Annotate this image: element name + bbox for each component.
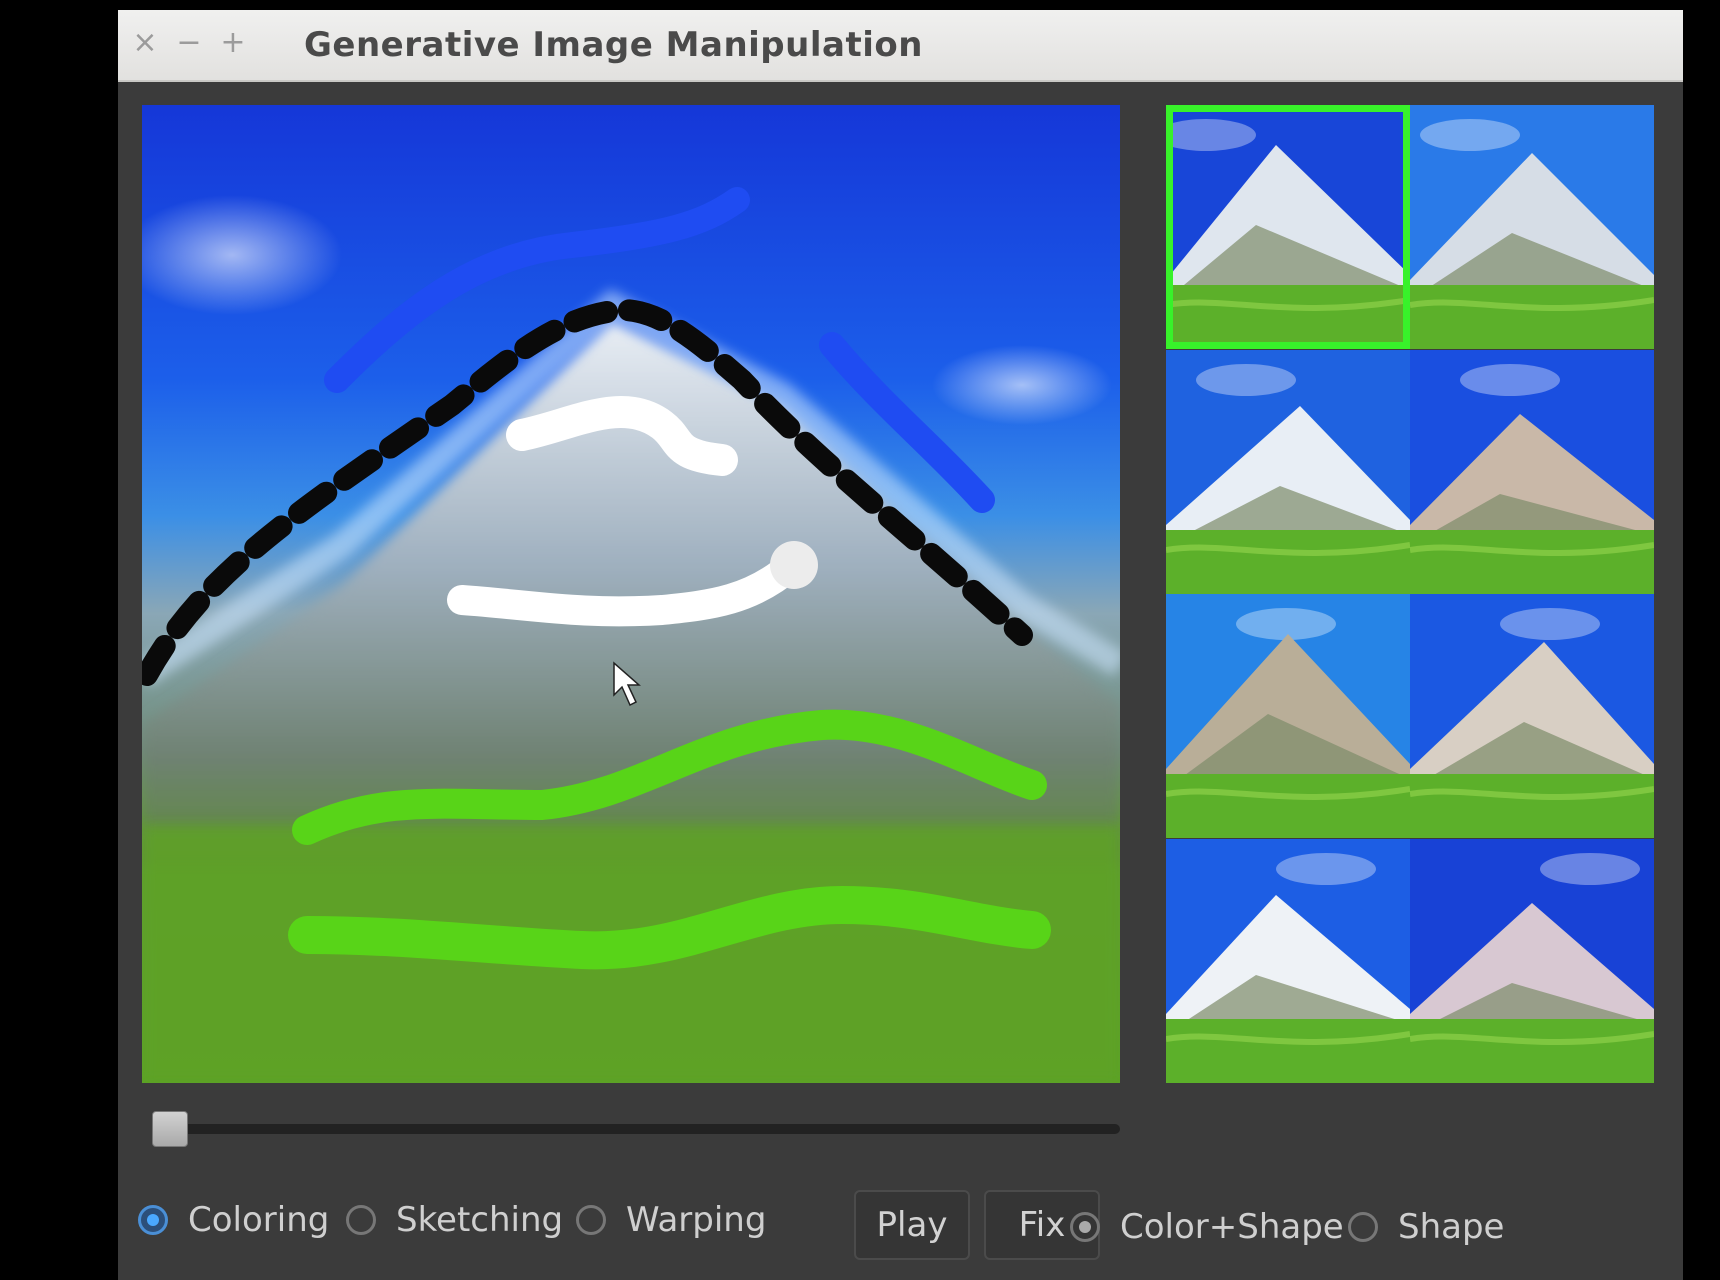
radio-label: Shape xyxy=(1398,1207,1505,1247)
radio-indicator[interactable] xyxy=(576,1205,606,1235)
radio-coloring[interactable]: Coloring xyxy=(138,1200,329,1240)
slider-track[interactable] xyxy=(152,1124,1120,1134)
thumbnail-image xyxy=(1410,594,1654,838)
app-window: × − + Generative Image Manipulation Colo… xyxy=(118,10,1683,1280)
radio-label: Warping xyxy=(626,1200,767,1240)
radio-shape[interactable]: Shape xyxy=(1348,1207,1504,1247)
result-thumbnail[interactable] xyxy=(1410,838,1654,1083)
thumbnail-image xyxy=(1410,838,1654,1083)
radio-color-shape[interactable]: Color+Shape xyxy=(1070,1207,1344,1247)
radio-label: Sketching xyxy=(396,1200,564,1240)
title-bar: × − + Generative Image Manipulation xyxy=(118,10,1683,82)
radio-indicator[interactable] xyxy=(138,1205,168,1235)
thumbnail-image xyxy=(1410,105,1654,349)
results-gallery xyxy=(1166,105,1654,1083)
result-thumbnail[interactable] xyxy=(1166,105,1410,349)
result-thumbnail[interactable] xyxy=(1166,838,1410,1083)
thumbnail-image xyxy=(1166,838,1410,1083)
thumbnail-image xyxy=(1166,105,1410,349)
maximize-icon[interactable]: + xyxy=(216,26,250,60)
result-thumbnail[interactable] xyxy=(1410,105,1654,349)
brush-cursor xyxy=(770,541,818,589)
canvas-drawing xyxy=(142,187,1120,1083)
result-thumbnail[interactable] xyxy=(1410,594,1654,838)
radio-indicator[interactable] xyxy=(1070,1212,1100,1242)
slider-handle[interactable] xyxy=(152,1111,188,1147)
radio-indicator[interactable] xyxy=(346,1205,376,1235)
thumbnail-image xyxy=(1166,349,1410,594)
radio-sketching[interactable]: Sketching xyxy=(346,1200,563,1240)
thumbnail-image xyxy=(1166,594,1410,838)
window-title: Generative Image Manipulation xyxy=(304,25,923,65)
play-button[interactable]: Play xyxy=(854,1190,970,1260)
radio-warping[interactable]: Warping xyxy=(576,1200,766,1240)
result-thumbnail[interactable] xyxy=(1166,594,1410,838)
radio-label: Color+Shape xyxy=(1120,1207,1344,1247)
result-thumbnail[interactable] xyxy=(1166,349,1410,594)
cloud xyxy=(932,345,1112,425)
close-icon[interactable]: × xyxy=(128,26,162,60)
radio-indicator[interactable] xyxy=(1348,1212,1378,1242)
image-canvas[interactable] xyxy=(142,105,1120,1083)
interpolation-slider[interactable] xyxy=(152,1111,1120,1147)
result-thumbnail[interactable] xyxy=(1410,349,1654,594)
thumbnail-image xyxy=(1410,349,1654,594)
cloud xyxy=(142,195,342,315)
minimize-icon[interactable]: − xyxy=(172,26,206,60)
radio-label: Coloring xyxy=(188,1200,330,1240)
